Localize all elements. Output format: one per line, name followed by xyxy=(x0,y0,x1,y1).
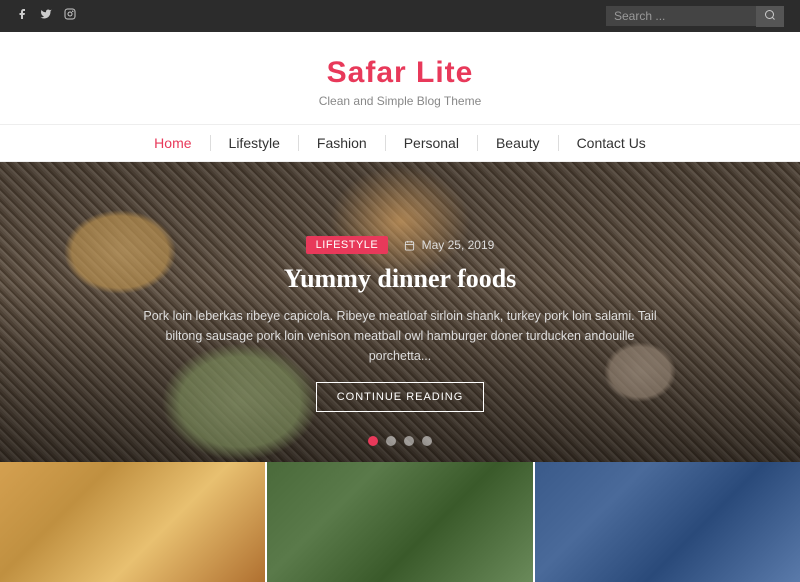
nav-item-beauty[interactable]: Beauty xyxy=(478,135,559,151)
thumbnail-1[interactable] xyxy=(0,462,265,582)
dot-2[interactable] xyxy=(386,436,396,446)
hero-content: LIFESTYLE May 25, 2019 Yummy dinner food… xyxy=(0,236,800,412)
nav-item-contact[interactable]: Contact Us xyxy=(559,135,664,151)
search-bar xyxy=(606,6,784,27)
social-icons xyxy=(16,8,76,24)
hero-dots xyxy=(0,436,800,446)
dot-1[interactable] xyxy=(368,436,378,446)
main-nav: Home Lifestyle Fashion Personal Beauty C… xyxy=(0,124,800,162)
search-input[interactable] xyxy=(606,6,756,26)
search-button[interactable] xyxy=(756,6,784,27)
continue-reading-button[interactable]: CONTINUE READING xyxy=(316,382,485,412)
twitter-icon[interactable] xyxy=(40,8,52,24)
hero-category-tag[interactable]: LIFESTYLE xyxy=(306,236,389,254)
top-bar xyxy=(0,0,800,32)
nav-item-home[interactable]: Home xyxy=(136,135,210,151)
facebook-icon[interactable] xyxy=(16,8,28,24)
thumbnail-row xyxy=(0,462,800,582)
hero-section: LIFESTYLE May 25, 2019 Yummy dinner food… xyxy=(0,162,800,462)
page-wrapper: Safar Lite Clean and Simple Blog Theme H… xyxy=(0,0,800,582)
thumbnail-3[interactable] xyxy=(535,462,800,582)
nav-item-lifestyle[interactable]: Lifestyle xyxy=(211,135,299,151)
nav-item-personal[interactable]: Personal xyxy=(386,135,478,151)
hero-date: May 25, 2019 xyxy=(404,238,494,252)
hero-title: Yummy dinner foods xyxy=(0,264,800,294)
thumbnail-2[interactable] xyxy=(267,462,532,582)
site-tagline: Clean and Simple Blog Theme xyxy=(0,94,800,108)
site-title: Safar Lite xyxy=(0,56,800,90)
hero-meta: LIFESTYLE May 25, 2019 xyxy=(0,236,800,254)
site-header: Safar Lite Clean and Simple Blog Theme xyxy=(0,32,800,124)
nav-item-fashion[interactable]: Fashion xyxy=(299,135,386,151)
dot-3[interactable] xyxy=(404,436,414,446)
hero-excerpt: Pork loin leberkas ribeye capicola. Ribe… xyxy=(140,306,660,366)
dot-4[interactable] xyxy=(422,436,432,446)
instagram-icon[interactable] xyxy=(64,8,76,24)
